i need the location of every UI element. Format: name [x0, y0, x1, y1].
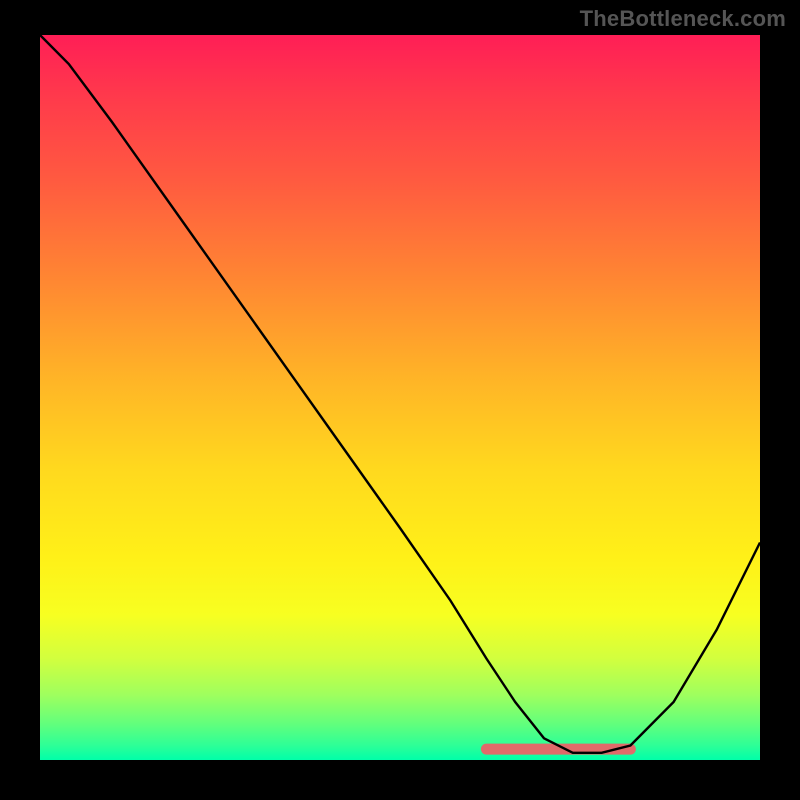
watermark-text: TheBottleneck.com: [580, 6, 786, 32]
curve-layer: [40, 35, 760, 760]
chart-frame: TheBottleneck.com: [0, 0, 800, 800]
plot-area: [40, 35, 760, 760]
main-curve: [40, 35, 760, 753]
